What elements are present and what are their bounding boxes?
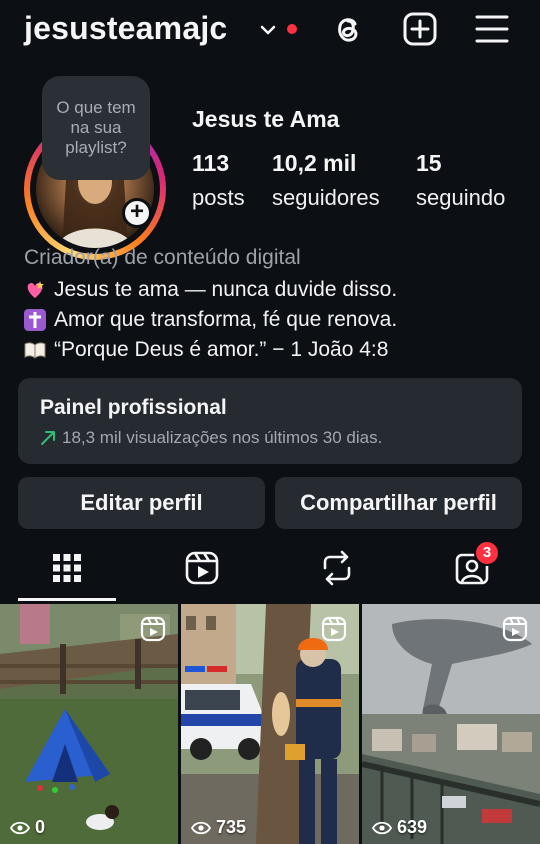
chevron-down-icon[interactable] bbox=[258, 20, 278, 40]
menu-icon[interactable] bbox=[474, 11, 510, 47]
add-story-icon[interactable]: + bbox=[122, 198, 152, 228]
cross-emoji-icon bbox=[24, 309, 46, 331]
view-count: 735 bbox=[191, 817, 246, 838]
add-post-icon[interactable] bbox=[402, 11, 438, 47]
view-count-value: 735 bbox=[216, 817, 247, 837]
stat-value: 113 bbox=[192, 150, 230, 176]
stat-following[interactable]: 15 seguindo bbox=[416, 150, 505, 211]
view-count: 0 bbox=[10, 817, 45, 838]
display-name: Jesus te Ama bbox=[192, 106, 340, 132]
edit-profile-button[interactable]: Editar perfil bbox=[18, 477, 265, 529]
top-bar: jesusteamajc bbox=[0, 0, 540, 60]
dashboard-title: Painel profissional bbox=[40, 396, 227, 419]
book-emoji-icon bbox=[24, 342, 46, 359]
view-count-value: 0 bbox=[35, 817, 46, 837]
notification-dot bbox=[287, 24, 297, 34]
bio-text: Jesus te ama — nunca duvide disso. bbox=[54, 278, 398, 301]
grid-post[interactable]: 0 bbox=[0, 604, 178, 844]
profile-tabs bbox=[0, 540, 540, 602]
reel-indicator-icon bbox=[140, 616, 166, 642]
active-tab-indicator bbox=[18, 598, 116, 601]
eye-icon bbox=[191, 821, 211, 834]
stat-label: seguidores bbox=[272, 185, 380, 210]
bio-line: “Porque Deus é amor.” − 1 João 4:8 bbox=[24, 338, 388, 362]
view-count-value: 639 bbox=[397, 817, 428, 837]
username[interactable]: jesusteamajc bbox=[24, 10, 227, 47]
stat-label: seguindo bbox=[416, 185, 506, 210]
trend-up-icon bbox=[41, 431, 55, 445]
bio-text: Amor que transforma, fé que renova. bbox=[54, 308, 398, 331]
share-profile-button[interactable]: Compartilhar perfil bbox=[275, 477, 522, 529]
grid-post[interactable]: 639 bbox=[362, 604, 540, 844]
dashboard-subtitle: 18,3 mil visualizações nos últimos 30 di… bbox=[40, 428, 382, 448]
bio-text: “Porque Deus é amor.” − 1 João 4:8 bbox=[54, 338, 389, 361]
heart-emoji-icon bbox=[27, 281, 44, 298]
tagged-count-badge: 3 bbox=[474, 540, 500, 566]
category-label: Criador(a) de conteúdo digital bbox=[24, 246, 301, 269]
threads-icon[interactable] bbox=[330, 11, 366, 47]
bio-line: Amor que transforma, fé que renova. bbox=[24, 308, 397, 332]
grid-icon[interactable] bbox=[47, 548, 87, 588]
reels-icon[interactable] bbox=[182, 548, 222, 588]
professional-dashboard[interactable]: Painel profissional 18,3 mil visualizaçõ… bbox=[18, 378, 522, 464]
reel-indicator-icon bbox=[321, 616, 347, 642]
note-bubble[interactable]: O que tem na sua playlist? bbox=[42, 76, 150, 180]
reposts-icon[interactable] bbox=[317, 548, 357, 588]
bio-line: Jesus te ama — nunca duvide disso. bbox=[24, 278, 397, 302]
eye-icon bbox=[372, 821, 392, 834]
stat-value: 10,2 mil bbox=[272, 150, 357, 176]
eye-icon bbox=[10, 821, 30, 834]
stat-followers[interactable]: 10,2 mil seguidores bbox=[272, 150, 380, 211]
grid-post[interactable]: 735 bbox=[181, 604, 359, 844]
stat-posts[interactable]: 113 posts bbox=[192, 150, 245, 211]
dashboard-views-text: 18,3 mil visualizações nos últimos 30 di… bbox=[62, 428, 383, 447]
stat-value: 15 bbox=[416, 150, 442, 176]
reel-indicator-icon bbox=[502, 616, 528, 642]
view-count: 639 bbox=[372, 817, 427, 838]
stat-label: posts bbox=[192, 185, 245, 210]
